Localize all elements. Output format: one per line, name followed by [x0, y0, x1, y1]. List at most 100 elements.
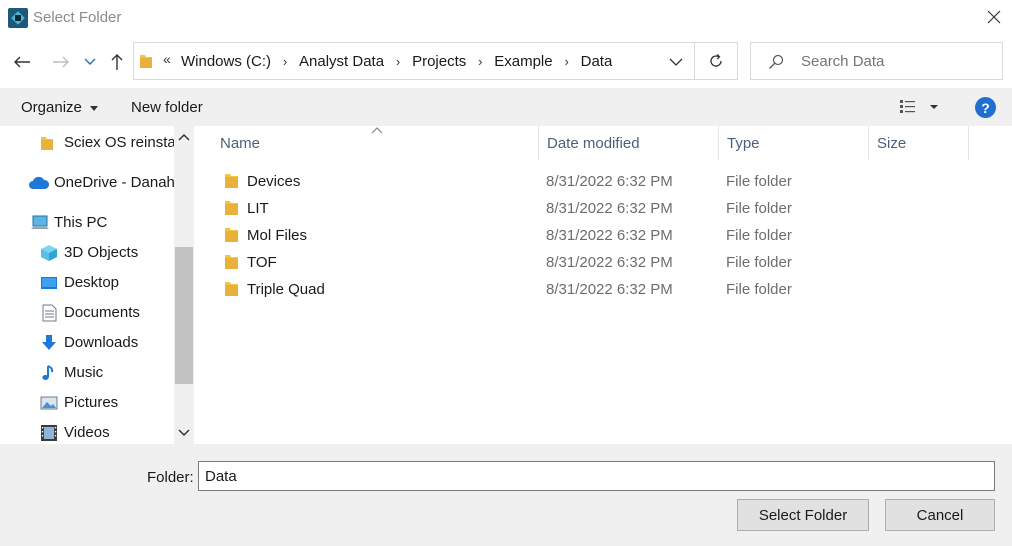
window-title: Select Folder: [33, 9, 122, 26]
table-row[interactable]: TOF 8/31/2022 6:32 PM File folder: [196, 249, 1012, 276]
search-box[interactable]: [750, 42, 1003, 80]
column-header-name[interactable]: Name: [212, 126, 539, 160]
organize-menu[interactable]: Organize: [21, 99, 99, 116]
chevron-down-icon: [84, 58, 96, 65]
nav-label: Documents: [64, 304, 140, 321]
nav-item-onedrive[interactable]: OneDrive - Danah: [0, 169, 174, 197]
chevron-right-icon[interactable]: ›: [384, 54, 412, 69]
table-row[interactable]: LIT 8/31/2022 6:32 PM File folder: [196, 195, 1012, 222]
chevron-down-icon: [178, 429, 190, 437]
address-bar[interactable]: « Windows (C:) › Analyst Data › Projects…: [133, 42, 695, 80]
folder-label: Folder:: [147, 469, 194, 486]
nav-item-3d-objects[interactable]: 3D Objects: [0, 239, 174, 267]
back-button[interactable]: [10, 50, 34, 74]
desktop-icon: [41, 277, 57, 289]
app-icon: [8, 8, 28, 28]
file-list: Name Date modified Type Size Devices 8/3…: [196, 126, 1012, 444]
file-date: 8/31/2022 6:32 PM: [546, 173, 673, 190]
scroll-up-button[interactable]: [174, 126, 194, 148]
nav-item-pictures[interactable]: Pictures: [0, 389, 174, 417]
help-icon[interactable]: ?: [975, 97, 996, 118]
folder-name-input[interactable]: [198, 461, 995, 491]
arrow-left-icon: [14, 56, 30, 68]
folder-icon: [225, 228, 238, 242]
view-options-icon[interactable]: [898, 98, 942, 116]
folder-icon: [225, 282, 238, 296]
table-row[interactable]: Mol Files 8/31/2022 6:32 PM File folder: [196, 222, 1012, 249]
nav-label: This PC: [54, 214, 108, 231]
nav-item-sciex[interactable]: Sciex OS reinstal: [0, 129, 174, 157]
chevron-right-icon[interactable]: ›: [553, 54, 581, 69]
file-name: TOF: [247, 254, 277, 271]
cube-icon: [41, 245, 57, 261]
close-icon[interactable]: [984, 7, 1004, 27]
search-icon: [769, 54, 784, 69]
nav-label: Desktop: [64, 274, 120, 291]
file-name: Devices: [247, 173, 301, 190]
chevron-right-icon[interactable]: ›: [466, 54, 494, 69]
nav-item-desktop[interactable]: Desktop: [0, 269, 174, 297]
nav-scrollbar[interactable]: [174, 126, 194, 444]
videos-icon: [41, 425, 57, 441]
breadcrumb: Windows (C:) › Analyst Data › Projects ›…: [181, 53, 612, 70]
music-icon: [42, 365, 54, 380]
recent-locations-button[interactable]: [80, 50, 100, 74]
footer-panel: Folder: Select Folder Cancel: [0, 444, 1012, 546]
nav-label: Sciex OS reinstal: [64, 134, 174, 151]
file-date: 8/31/2022 6:32 PM: [546, 227, 673, 244]
folder-icon: [225, 174, 238, 188]
column-header-type[interactable]: Type: [719, 126, 869, 160]
chevron-right-icon[interactable]: ›: [271, 54, 299, 69]
crumb-example[interactable]: Example: [494, 53, 552, 70]
chevron-up-icon: [178, 133, 190, 141]
file-date: 8/31/2022 6:32 PM: [546, 281, 673, 298]
crumb-projects[interactable]: Projects: [412, 53, 466, 70]
chevron-down-icon[interactable]: [668, 55, 684, 69]
file-date: 8/31/2022 6:32 PM: [546, 200, 673, 217]
file-date: 8/31/2022 6:32 PM: [546, 254, 673, 271]
column-header-size[interactable]: Size: [869, 126, 969, 160]
folder-icon: [225, 201, 238, 215]
arrow-up-icon: [111, 54, 123, 70]
nav-item-videos[interactable]: Videos: [0, 419, 174, 444]
table-row[interactable]: Triple Quad 8/31/2022 6:32 PM File folde…: [196, 276, 1012, 303]
file-name: Triple Quad: [247, 281, 325, 298]
computer-icon: [31, 215, 49, 229]
download-icon: [42, 335, 56, 350]
overflow-marker[interactable]: «: [163, 51, 171, 67]
toolbar: Organize New folder: [0, 88, 1012, 126]
search-input[interactable]: [801, 53, 991, 70]
select-folder-button[interactable]: Select Folder: [737, 499, 869, 531]
nav-item-downloads[interactable]: Downloads: [0, 329, 174, 357]
file-type: File folder: [726, 173, 792, 190]
refresh-button[interactable]: [695, 42, 738, 80]
file-type: File folder: [726, 281, 792, 298]
onedrive-icon: [29, 176, 50, 189]
forward-button[interactable]: [49, 50, 73, 74]
file-type: File folder: [726, 254, 792, 271]
crumb-data[interactable]: Data: [581, 53, 613, 70]
nav-item-documents[interactable]: Documents: [0, 299, 174, 327]
nav-item-this-pc[interactable]: This PC: [0, 209, 174, 237]
crumb-analyst-data[interactable]: Analyst Data: [299, 53, 384, 70]
table-row[interactable]: Devices 8/31/2022 6:32 PM File folder: [196, 168, 1012, 195]
cancel-button[interactable]: Cancel: [885, 499, 995, 531]
nav-item-music[interactable]: Music: [0, 359, 174, 387]
scroll-down-button[interactable]: [174, 423, 194, 443]
new-folder-button[interactable]: New folder: [131, 99, 203, 116]
file-type: File folder: [726, 227, 792, 244]
crumb-windows[interactable]: Windows (C:): [181, 53, 271, 70]
scroll-thumb[interactable]: [175, 247, 193, 384]
column-header-date[interactable]: Date modified: [539, 126, 719, 160]
nav-label: Videos: [64, 424, 110, 441]
navigation-pane: Sciex OS reinstal OneDrive - Danah This …: [0, 126, 195, 444]
folder-icon: [140, 55, 152, 68]
title-bar: Select Folder: [0, 0, 1012, 36]
caret-down-icon: [90, 105, 99, 111]
nav-label: Downloads: [64, 334, 139, 351]
pictures-icon: [40, 396, 58, 410]
folder-icon: [225, 255, 238, 269]
up-button[interactable]: [105, 50, 129, 74]
nav-label: Pictures: [64, 394, 119, 411]
nav-label: OneDrive - Danah: [54, 174, 174, 191]
